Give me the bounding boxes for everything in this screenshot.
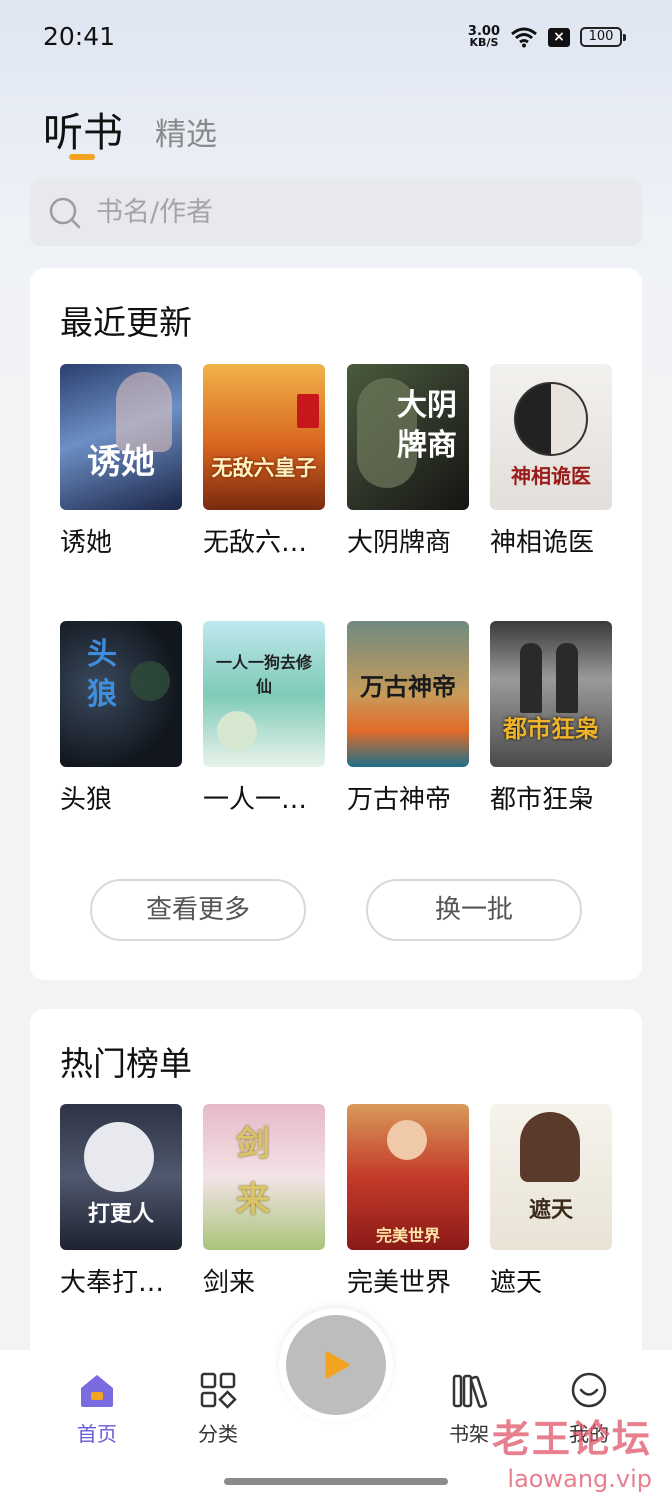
cover-title: 大阴牌商 <box>397 388 457 463</box>
bottom-nav: 首页 分类 书架 我的 老王论坛 laowang.vip <box>0 1308 672 1500</box>
nav-home[interactable]: 首页 <box>52 1370 142 1447</box>
book-cover: 剑来 <box>203 1104 325 1250</box>
cover-title: 诱她 <box>87 442 155 482</box>
book-cover: 万古神帝 <box>347 621 469 767</box>
section-title: 热门榜单 <box>60 1044 192 1083</box>
book-title: 剑来 <box>203 1268 256 1298</box>
tab-listen[interactable]: 听书 <box>43 100 123 160</box>
book-cover: 头狼 <box>60 621 182 767</box>
refresh-batch-button[interactable]: 换一批 <box>366 879 582 941</box>
battery-level: 100 <box>588 29 614 44</box>
tab-featured[interactable]: 精选 <box>155 109 217 154</box>
search-bar[interactable] <box>30 179 642 246</box>
cover-title: 神相诡医 <box>511 464 591 488</box>
book-cover: 无敌六皇子 <box>203 364 325 510</box>
book-cover: 都市狂枭 <box>490 621 612 767</box>
category-icon <box>200 1372 237 1409</box>
recent-updates-section: 最近更新 诱她 诱她 无敌六皇子 无敌六皇子 大阴牌商 大阴牌商 神相诡医 神相… <box>30 268 642 980</box>
book-title: 神相诡医 <box>490 528 595 558</box>
book-cover: 完美世界 <box>347 1104 469 1250</box>
book-cover: 一人一狗去修仙 <box>203 621 325 767</box>
network-speed: 3.00 KB/S <box>468 25 500 49</box>
book-cover: 大阴牌商 <box>347 364 469 510</box>
cover-title: 都市狂枭 <box>503 714 599 743</box>
smile-icon <box>571 1372 607 1408</box>
book-title: 遮天 <box>490 1268 543 1298</box>
book-title: 头狼 <box>60 785 113 815</box>
book-item[interactable]: 剑来 剑来 <box>203 1104 325 1299</box>
book-item[interactable]: 遮天 遮天 <box>490 1104 612 1299</box>
home-indicator[interactable] <box>224 1478 448 1485</box>
search-input[interactable] <box>96 197 596 228</box>
book-title: 万古神帝 <box>347 785 452 815</box>
book-item[interactable]: 头狼 头狼 <box>60 621 182 816</box>
cover-title: 万古神帝 <box>360 672 456 701</box>
cover-title: 剑来 <box>236 1124 270 1220</box>
watermark-sub: laowang.vip <box>507 1465 652 1493</box>
player-button-ring <box>279 1308 393 1422</box>
cover-title: 一人一狗去修仙 <box>215 653 312 696</box>
book-title: 诱她 <box>60 528 113 558</box>
watermark-main: 老王论坛 <box>491 1417 652 1461</box>
nav-category-label: 分类 <box>198 1422 238 1446</box>
book-title: 一人一狗去修仙 <box>203 785 325 815</box>
tab-listen-label: 听书 <box>43 110 123 156</box>
book-item[interactable]: 都市狂枭 都市狂枭 <box>490 621 612 816</box>
cover-title: 无敌六皇子 <box>211 455 317 480</box>
book-item[interactable]: 神相诡医 神相诡医 <box>490 364 612 559</box>
book-title: 都市狂枭 <box>490 785 595 815</box>
section-title: 最近更新 <box>60 303 192 342</box>
nav-category[interactable]: 分类 <box>173 1370 263 1447</box>
watermark: 老王论坛 laowang.vip <box>492 1408 652 1493</box>
cover-title: 完美世界 <box>375 1226 440 1245</box>
book-cover: 诱她 <box>60 364 182 510</box>
cover-title: 头狼 <box>87 637 117 712</box>
book-cover: 神相诡医 <box>490 364 612 510</box>
sim-off-icon: × <box>548 27 570 47</box>
book-item[interactable]: 一人一狗去修仙 一人一狗去修仙 <box>203 621 325 816</box>
network-speed-unit: KB/S <box>469 36 499 49</box>
book-item[interactable]: 万古神帝 万古神帝 <box>347 621 469 816</box>
play-button[interactable] <box>286 1315 386 1415</box>
tab-active-indicator <box>69 154 95 160</box>
cover-title: 打更人 <box>87 1201 154 1227</box>
search-icon <box>49 197 81 228</box>
book-title: 无敌六皇子 <box>203 528 325 558</box>
battery-icon: 100 <box>580 27 626 47</box>
wifi-icon <box>511 27 537 48</box>
book-cover: 遮天 <box>490 1104 612 1250</box>
bookshelf-icon <box>452 1374 488 1408</box>
book-title: 大奉打更人 <box>60 1268 182 1298</box>
book-item[interactable]: 无敌六皇子 无敌六皇子 <box>203 364 325 559</box>
status-bar: 20:41 3.00 KB/S × 100 <box>0 0 672 80</box>
play-icon <box>325 1351 350 1379</box>
book-title: 完美世界 <box>347 1268 452 1298</box>
book-item[interactable]: 打更人 大奉打更人 <box>60 1104 182 1299</box>
cover-title: 遮天 <box>528 1197 573 1223</box>
nav-home-label: 首页 <box>77 1422 117 1446</box>
status-time: 20:41 <box>43 22 116 51</box>
view-more-button[interactable]: 查看更多 <box>90 879 306 941</box>
book-title: 大阴牌商 <box>347 528 452 558</box>
book-item[interactable]: 大阴牌商 大阴牌商 <box>347 364 469 559</box>
home-icon <box>81 1375 113 1407</box>
status-icons: 3.00 KB/S × 100 <box>468 25 626 49</box>
book-item[interactable]: 完美世界 完美世界 <box>347 1104 469 1299</box>
book-cover: 打更人 <box>60 1104 182 1250</box>
top-tabs: 听书 精选 <box>43 100 217 160</box>
book-item[interactable]: 诱她 诱她 <box>60 364 182 559</box>
